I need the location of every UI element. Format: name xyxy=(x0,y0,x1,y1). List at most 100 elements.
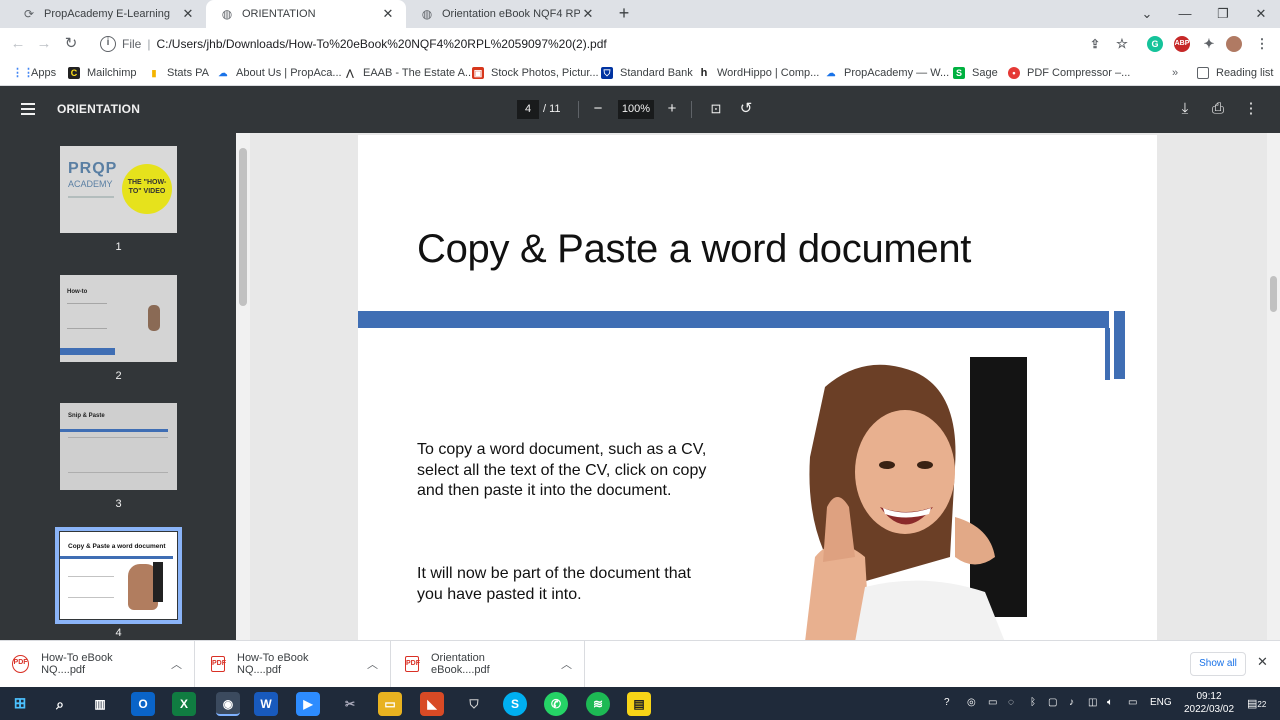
document-scrollbar[interactable] xyxy=(1267,133,1280,640)
vpn-shield-icon[interactable]: ⛉ xyxy=(462,692,486,716)
sidebar-scrollbar[interactable] xyxy=(236,133,250,640)
whatsapp-icon[interactable]: ✆ xyxy=(544,692,568,716)
zoom-in-button[interactable]: + xyxy=(663,100,681,118)
close-tab-icon[interactable]: ✕ xyxy=(180,6,196,22)
grammarly-icon[interactable]: G xyxy=(1147,36,1163,52)
volume-icon[interactable]: 🔈︎ xyxy=(1107,697,1113,708)
snipping-tool-icon[interactable]: ✂ xyxy=(338,692,362,716)
tab-orientation-ebook[interactable]: ◍ Orientation eBook NQF4 RPL 59 ✕ xyxy=(406,0,606,28)
back-button[interactable]: ← xyxy=(8,34,28,54)
bookmark-eaab[interactable]: ⋀ EAAB - The Estate A... xyxy=(344,64,474,82)
help-icon[interactable]: ? xyxy=(944,697,950,708)
language-indicator[interactable]: ENG xyxy=(1150,697,1172,708)
chevron-up-icon[interactable]: ︿ xyxy=(367,656,378,672)
print-icon[interactable]: ⎙ xyxy=(1209,100,1227,118)
page-thumbnail-4[interactable]: Copy & Paste a word document xyxy=(55,527,182,624)
chevron-up-icon[interactable]: ︿ xyxy=(171,656,182,672)
chrome-icon[interactable]: ◉ xyxy=(216,692,240,716)
windows-start-icon[interactable]: ⊞ xyxy=(8,692,32,716)
thumb-heading: How-to xyxy=(67,289,88,295)
excel-icon[interactable]: X xyxy=(172,692,196,716)
bookmark-about-us[interactable]: ☁ About Us | PropAca... xyxy=(217,64,342,82)
skype-icon[interactable]: S xyxy=(503,692,527,716)
file-explorer-icon[interactable]: ▭ xyxy=(378,692,402,716)
thumb-laptop-image xyxy=(153,562,163,602)
bookmark-label: PDF Compressor –... xyxy=(1027,67,1131,79)
new-tab-button[interactable]: + xyxy=(614,4,634,24)
address-bar[interactable]: i File | C:/Users/jhb/Downloads/How-To%2… xyxy=(92,31,1138,57)
fit-page-icon[interactable]: ⊡ xyxy=(707,100,725,118)
outlook-icon[interactable]: O xyxy=(131,692,155,716)
word-icon[interactable]: W xyxy=(254,692,278,716)
download-item-1[interactable]: PDF How-To eBook NQ....pdf ︿ xyxy=(12,641,195,687)
scrollbar-thumb[interactable] xyxy=(1270,276,1277,312)
tab-orientation[interactable]: ◍ ORIENTATION ✕ xyxy=(206,0,406,28)
display-icon[interactable]: ▢ xyxy=(1048,697,1057,708)
bookmark-stock-photos[interactable]: ▣ Stock Photos, Pictur... xyxy=(472,64,599,82)
minimize-button[interactable]: — xyxy=(1166,0,1204,28)
adblock-icon[interactable]: ABP xyxy=(1174,36,1190,52)
chat-tray-icon[interactable]: ◌ xyxy=(1008,697,1014,708)
close-tab-icon[interactable]: ✕ xyxy=(380,6,396,22)
close-icon[interactable]: ✕ xyxy=(1257,654,1268,670)
more-bookmarks-icon[interactable]: » xyxy=(1172,64,1178,82)
info-icon[interactable]: i xyxy=(100,36,116,52)
clock[interactable]: 09:12 2022/03/02 xyxy=(1178,690,1240,716)
chevron-up-icon[interactable]: ︿ xyxy=(561,656,572,672)
rotate-icon[interactable]: ↺ xyxy=(737,100,755,118)
zoom-out-button[interactable]: − xyxy=(589,100,607,118)
forward-button[interactable]: → xyxy=(34,34,54,54)
bookmark-apps[interactable]: ⋮⋮ Apps xyxy=(12,64,56,82)
sticky-notes-icon[interactable]: ▤ xyxy=(627,692,651,716)
download-item-2[interactable]: PDF How-To eBook NQ....pdf ︿ xyxy=(211,641,391,687)
bookmark-stats-pa[interactable]: ▮ Stats PA xyxy=(148,64,209,82)
media-app-icon[interactable]: ◣ xyxy=(420,692,444,716)
battery-icon[interactable]: ▭ xyxy=(1128,697,1137,708)
page-thumbnail-1[interactable]: PRQP ACADEMY THE "HOW-TO" VIDEO xyxy=(60,146,177,233)
grammarly-tray-icon[interactable]: ◎ xyxy=(967,697,976,708)
spotify-icon[interactable]: ≋ xyxy=(586,692,610,716)
search-icon[interactable]: ⌕ xyxy=(48,692,72,716)
page-thumbnail-3[interactable]: Snip & Paste xyxy=(60,403,177,490)
microphone-icon[interactable]: ♪ xyxy=(1069,697,1074,708)
woman-thumbs-up-image xyxy=(805,357,1027,640)
bookmark-label: EAAB - The Estate A... xyxy=(363,67,475,79)
bookmark-pdf-compressor[interactable]: • PDF Compressor –... xyxy=(1008,64,1130,82)
network-icon[interactable]: ◫ xyxy=(1088,697,1097,708)
reading-list-button[interactable]: Reading list xyxy=(1197,64,1273,82)
reload-button[interactable]: ↻ xyxy=(61,34,81,54)
task-view-icon[interactable]: ▥ xyxy=(88,692,112,716)
bookmark-standard-bank[interactable]: ⛉ Standard Bank xyxy=(601,64,693,82)
close-tab-icon[interactable]: ✕ xyxy=(580,6,596,22)
notifications-icon[interactable]: ▤22 xyxy=(1247,697,1266,710)
zoom-icon[interactable]: ▶ xyxy=(296,692,320,716)
bookmark-propacademy[interactable]: ☁ PropAcademy — W... xyxy=(825,64,950,82)
bookmark-star-icon[interactable]: ☆ xyxy=(1114,36,1130,52)
page-thumbnail-2[interactable]: How-to xyxy=(60,275,177,362)
bookmarks-bar: ⋮⋮ Apps C Mailchimp ▮ Stats PA ☁ About Us | … xyxy=(0,60,1280,86)
zoom-level[interactable]: 100% xyxy=(618,100,654,119)
menu-hamburger-icon[interactable] xyxy=(21,103,35,115)
show-all-button[interactable]: Show all xyxy=(1190,652,1246,676)
bookmark-sage[interactable]: S Sage xyxy=(953,64,998,82)
right-eye xyxy=(917,461,933,469)
bluetooth-icon[interactable]: ᛒ xyxy=(1030,697,1036,708)
maximize-button[interactable]: ❐ xyxy=(1204,0,1242,28)
page-number-input[interactable]: 4 xyxy=(517,100,539,119)
extensions-icon[interactable]: ✦ xyxy=(1201,36,1217,52)
menu-icon[interactable]: ⋮ xyxy=(1254,36,1270,52)
bookmark-mailchimp[interactable]: C Mailchimp xyxy=(68,64,137,82)
tab-propacademy[interactable]: ⟳ PropAcademy E-Learning ✕ xyxy=(8,0,206,28)
profile-avatar[interactable] xyxy=(1226,36,1242,52)
share-icon[interactable]: ⇪ xyxy=(1087,36,1103,52)
bookmark-wordhippo[interactable]: h WordHippo | Comp... xyxy=(698,64,820,82)
more-options-icon[interactable]: ⋮ xyxy=(1242,100,1260,118)
download-item-3[interactable]: PDF Orientation eBook....pdf ︿ xyxy=(405,641,585,687)
video-tray-icon[interactable]: ▭ xyxy=(988,697,997,708)
document-title: ORIENTATION xyxy=(57,102,141,116)
close-window-button[interactable]: ✕ xyxy=(1242,0,1280,28)
scrollbar-thumb[interactable] xyxy=(239,148,247,306)
bookmark-label: Mailchimp xyxy=(87,67,137,79)
download-icon[interactable]: ⤓ xyxy=(1176,100,1194,118)
tab-search-icon[interactable]: ⌄ xyxy=(1128,0,1166,28)
